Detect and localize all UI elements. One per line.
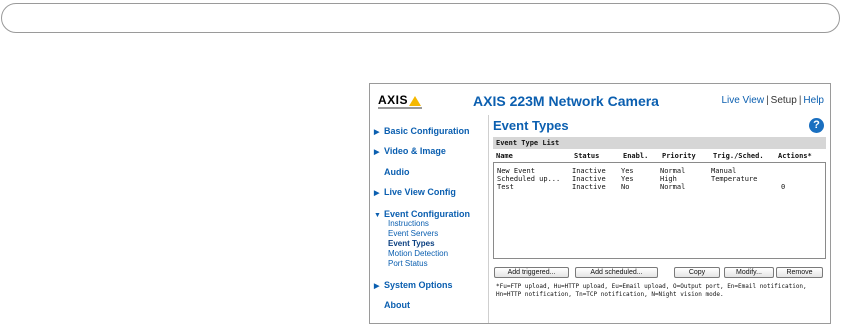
cell-name: New Event	[497, 167, 535, 175]
header: AXIS AXIS 223M Network Camera Live View |…	[370, 84, 830, 115]
cell-actions: 0	[781, 183, 786, 191]
axis-logo-text: AXIS	[378, 93, 409, 107]
page-title: Event Types	[493, 118, 569, 133]
top-search-bar[interactable]	[1, 3, 840, 33]
sidebar-item-basic-configuration[interactable]: ▶ Basic Configuration	[374, 126, 470, 136]
remove-button[interactable]: Remove	[776, 267, 823, 278]
list-item[interactable]: New Event Inactive Yes Normal Manual	[497, 167, 823, 175]
sidebar: ▶ Basic Configuration ▶ Video & Image Audi…	[370, 115, 489, 323]
sidebar-subitem-motion-detection[interactable]: Motion Detection	[388, 249, 448, 258]
sidebar-item-live-view-config[interactable]: ▶ Live View Config	[374, 187, 456, 197]
logo-triangle-icon	[409, 96, 421, 106]
help-link[interactable]: Help	[803, 95, 824, 106]
cell-enabled: No	[621, 183, 630, 191]
cell-priority: High	[660, 175, 677, 183]
sidebar-item-event-configuration[interactable]: ▼ Event Configuration	[374, 209, 470, 219]
sidebar-subitem-instructions[interactable]: Instructions	[388, 219, 429, 228]
sidebar-subitem-event-types[interactable]: Event Types	[388, 239, 435, 248]
sidebar-item-label: Basic Configuration	[384, 126, 470, 136]
logo-underline	[378, 107, 422, 109]
column-header-name: Name	[496, 152, 513, 160]
event-type-list[interactable]: New Event Inactive Yes Normal Manual Sch…	[493, 162, 826, 259]
arrow-right-icon: ▶	[374, 149, 380, 156]
list-item[interactable]: Test Inactive No Normal 0	[497, 183, 823, 191]
cell-trigger: Temperature	[711, 175, 758, 183]
sidebar-subitem-event-servers[interactable]: Event Servers	[388, 229, 438, 238]
sidebar-item-system-options[interactable]: ▶ System Options	[374, 280, 453, 290]
column-header-actions: Actions*	[778, 152, 812, 160]
sidebar-item-about[interactable]: About	[374, 300, 410, 310]
setup-link[interactable]: Setup	[771, 95, 797, 106]
cell-priority: Normal	[660, 183, 686, 191]
top-links: Live View | Setup | Help	[721, 95, 824, 106]
link-separator: |	[798, 95, 802, 106]
column-header-trigger: Trig./Sched.	[713, 152, 764, 160]
sidebar-item-label: Live View Config	[384, 187, 456, 197]
sidebar-item-label: Event Configuration	[384, 209, 470, 219]
cell-priority: Normal	[660, 167, 686, 175]
cell-status: Inactive	[572, 167, 606, 175]
sidebar-item-audio[interactable]: Audio	[374, 167, 410, 177]
sidebar-item-label: Audio	[384, 167, 410, 177]
add-triggered-button[interactable]: Add triggered...	[494, 267, 569, 278]
sidebar-item-label: About	[384, 300, 410, 310]
arrow-right-icon: ▶	[374, 129, 380, 136]
sidebar-item-label: System Options	[384, 280, 453, 290]
camera-title: AXIS 223M Network Camera	[473, 93, 659, 109]
sidebar-subitem-port-status[interactable]: Port Status	[388, 259, 428, 268]
add-scheduled-button[interactable]: Add scheduled...	[575, 267, 658, 278]
cell-status: Inactive	[572, 175, 606, 183]
cell-status: Inactive	[572, 183, 606, 191]
actions-footnote: *Fu=FTP upload, Hu=HTTP upload, Eu=Email…	[496, 283, 807, 298]
list-item[interactable]: Scheduled up... Inactive Yes High Temper…	[497, 175, 823, 183]
modify-button[interactable]: Modify...	[724, 267, 774, 278]
help-icon[interactable]: ?	[809, 118, 824, 133]
column-header-status: Status	[574, 152, 600, 160]
cell-name: Test	[497, 183, 514, 191]
cell-enabled: Yes	[621, 167, 634, 175]
link-separator: |	[766, 95, 769, 106]
table-header: Name Status Enabl. Priority Trig./Sched.…	[496, 152, 826, 161]
column-header-priority: Priority	[662, 152, 696, 160]
arrow-down-icon: ▼	[374, 212, 381, 219]
cell-name: Scheduled up...	[497, 175, 561, 183]
sidebar-item-video-image[interactable]: ▶ Video & Image	[374, 146, 446, 156]
cell-trigger: Manual	[711, 167, 737, 175]
arrow-right-icon: ▶	[374, 283, 380, 290]
arrow-right-icon: ▶	[374, 190, 380, 197]
axis-logo: AXIS	[378, 94, 422, 111]
cell-enabled: Yes	[621, 175, 634, 183]
camera-config-window: AXIS AXIS 223M Network Camera Live View |…	[369, 83, 831, 324]
live-view-link[interactable]: Live View	[721, 95, 764, 106]
column-header-enabled: Enabl.	[623, 152, 649, 160]
copy-button[interactable]: Copy	[674, 267, 720, 278]
section-header: Event Type List	[493, 137, 826, 149]
sidebar-item-label: Video & Image	[384, 146, 446, 156]
